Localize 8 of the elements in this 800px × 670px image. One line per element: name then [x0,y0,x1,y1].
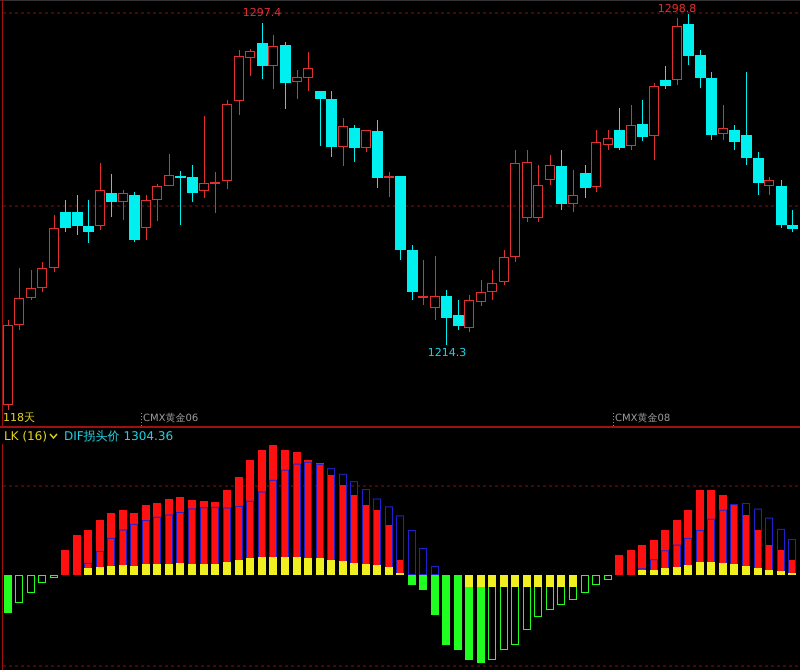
contract-label: CMX黄金06 [143,413,198,424]
bar-count-label: 118天 [3,411,35,424]
price-label: 1298.8 [658,2,696,15]
indicator-value: DIF拐头价 1304.36 [64,428,174,444]
price-label: 1297.4 [242,6,282,19]
contract-label: CMX黄金08 [615,413,670,424]
price-label: 1214.3 [428,346,466,359]
indicator-name[interactable]: LK (16) [4,429,58,443]
